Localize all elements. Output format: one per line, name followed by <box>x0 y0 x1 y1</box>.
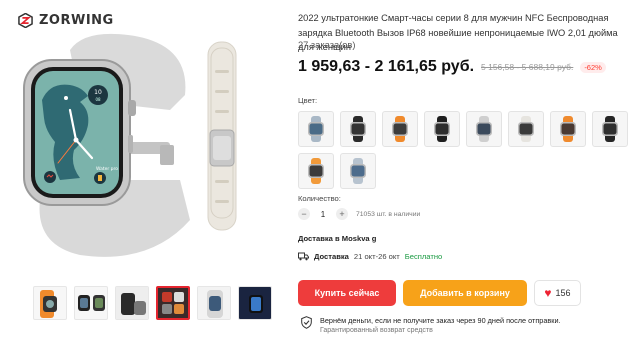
product-gallery: ZORWING 10 08 Water pro <box>0 0 290 342</box>
svg-text:Water pro: Water pro <box>96 166 118 172</box>
color-swatch-black[interactable] <box>340 111 376 147</box>
quantity-value[interactable]: 1 <box>318 210 328 219</box>
delivery-region-link[interactable]: Moskva g <box>342 234 377 243</box>
brand-name: ZORWING <box>39 13 114 28</box>
delivery-destination: Доставка в Moskva g <box>298 234 376 243</box>
swatch-watch-icon <box>350 158 366 184</box>
color-swatch-black-3[interactable] <box>592 111 628 147</box>
color-swatch-orange-2[interactable] <box>550 111 586 147</box>
guarantee-main-text: Вернём деньги, если не получите заказ че… <box>320 316 561 325</box>
delivery-to-prefix: Доставка в <box>298 234 342 243</box>
quantity-stepper: − 1 + 71053 шт. в наличии <box>298 208 420 220</box>
wishlist-count: 156 <box>555 288 571 298</box>
swatch-watch-icon <box>350 116 366 142</box>
color-label: Цвет: <box>298 96 318 105</box>
color-swatch-orange-3[interactable] <box>298 153 334 189</box>
purchase-actions: Купить сейчас Добавить в корзину ♥ 156 <box>298 280 581 306</box>
watch-crown <box>128 100 136 116</box>
truck-icon <box>298 252 309 261</box>
discount-badge: -62% <box>580 61 606 73</box>
svg-text:10: 10 <box>94 89 102 96</box>
delivery-label: Доставка <box>314 252 349 261</box>
zorwing-logo-icon <box>18 13 33 28</box>
thumbnail-4-selected[interactable] <box>156 286 190 320</box>
color-swatch-silver[interactable] <box>466 111 502 147</box>
swatch-watch-icon <box>308 158 324 184</box>
thumbnail-6[interactable] <box>238 286 272 320</box>
shield-check-icon <box>301 316 312 329</box>
guarantee-sub-text: Гарантированный возврат средств <box>320 327 433 334</box>
thumbnail-3[interactable] <box>115 286 149 320</box>
stock-count: 71053 шт. в наличии <box>356 210 421 218</box>
thumbnail-strip <box>33 286 272 320</box>
swatch-watch-icon <box>308 116 324 142</box>
thumbnail-1[interactable] <box>33 286 67 320</box>
color-swatch-white[interactable] <box>508 111 544 147</box>
swatch-watch-icon <box>518 116 534 142</box>
quantity-increase-button[interactable]: + <box>336 208 348 220</box>
buy-now-button[interactable]: Купить сейчас <box>298 280 396 306</box>
color-swatch-black-2[interactable] <box>424 111 460 147</box>
quantity-decrease-button[interactable]: − <box>298 208 310 220</box>
color-swatches <box>298 111 634 189</box>
color-swatch-grey-blue[interactable] <box>340 153 376 189</box>
swatch-watch-icon <box>434 116 450 142</box>
brand-logo: ZORWING <box>18 13 114 28</box>
swatch-watch-icon <box>392 116 408 142</box>
price-row: 1 959,63 - 2 161,65 руб. 5 156,58 - 5 68… <box>298 58 606 76</box>
wishlist-button[interactable]: ♥ 156 <box>534 280 581 306</box>
swatch-watch-icon <box>602 116 618 142</box>
delivery-free: Бесплатно <box>404 252 443 261</box>
thumbnail-5[interactable] <box>197 286 231 320</box>
delivery-info: Доставка 21 окт-26 окт Бесплатно <box>298 252 442 261</box>
color-swatch-blue-grey[interactable] <box>298 111 334 147</box>
swatch-watch-icon <box>476 116 492 142</box>
heart-icon: ♥ <box>544 286 552 300</box>
add-to-cart-button[interactable]: Добавить в корзину <box>403 280 527 306</box>
main-product-image[interactable]: 10 08 Water pro <box>10 30 280 280</box>
color-swatch-orange[interactable] <box>382 111 418 147</box>
orders-count: 27 заказа(ов) <box>298 40 356 50</box>
buyer-protection: Вернём деньги, если не получите заказ че… <box>301 316 561 334</box>
current-price: 1 959,63 - 2 161,65 руб. <box>298 58 475 75</box>
quantity-label: Количество: <box>298 194 341 203</box>
delivery-dates: 21 окт-26 окт <box>353 252 400 261</box>
swatch-watch-icon <box>560 116 576 142</box>
ocean-strap-image <box>207 41 237 231</box>
svg-text:08: 08 <box>95 97 101 102</box>
old-price: 5 156,58 - 5 688,19 руб. <box>481 62 574 72</box>
thumbnail-2[interactable] <box>74 286 108 320</box>
